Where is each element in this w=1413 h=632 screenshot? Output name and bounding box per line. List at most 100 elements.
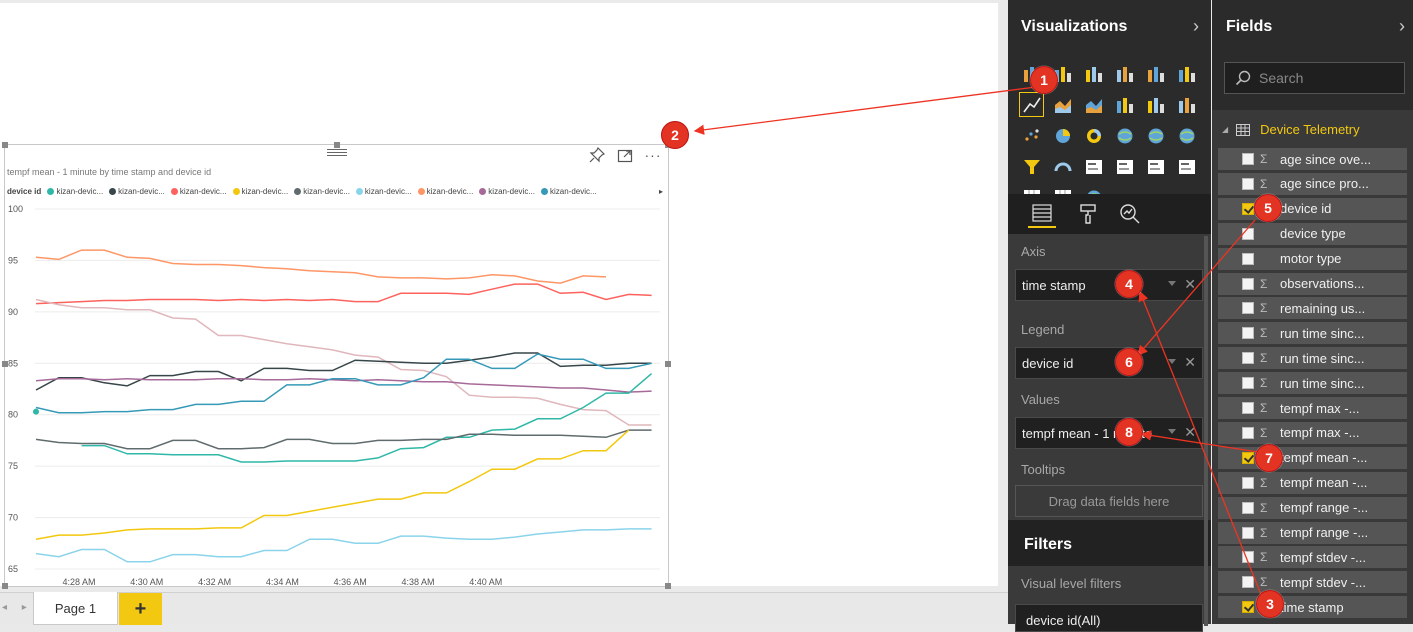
scatter-icon[interactable] xyxy=(1016,120,1047,151)
field-row[interactable]: Σremaining us... xyxy=(1218,297,1407,320)
field-checkbox[interactable] xyxy=(1242,601,1254,614)
field-row[interactable]: Σage since ove... xyxy=(1218,148,1407,170)
field-checkbox[interactable] xyxy=(1242,202,1254,215)
legend-item[interactable]: kizan-devic... xyxy=(47,187,103,196)
100-bar-icon[interactable] xyxy=(1140,58,1171,89)
axis-well[interactable]: time stamp ✕ xyxy=(1015,269,1203,301)
chevron-down-icon[interactable] xyxy=(1168,429,1176,434)
field-row[interactable]: Σtempf mean -... xyxy=(1218,446,1407,469)
stacked-area-icon[interactable] xyxy=(1078,89,1109,120)
search-input[interactable] xyxy=(1259,70,1399,86)
collapse-fields-icon[interactable]: › xyxy=(1399,16,1405,37)
tooltips-drop-zone[interactable]: Drag data fields here xyxy=(1015,485,1203,517)
field-row[interactable]: Σtempf range -... xyxy=(1218,521,1407,544)
more-options-icon[interactable]: ··· xyxy=(644,146,662,164)
field-row[interactable]: Σtempf stdev -... xyxy=(1218,546,1407,569)
field-row[interactable]: Σtempf range -... xyxy=(1218,496,1407,519)
legend-item[interactable]: kizan-devic... xyxy=(109,187,165,196)
chevron-down-icon[interactable] xyxy=(1168,359,1176,364)
100-column-icon[interactable] xyxy=(1171,58,1202,89)
field-row[interactable]: device id xyxy=(1218,197,1407,220)
field-checkbox[interactable] xyxy=(1242,302,1254,315)
fields-tab-icon[interactable] xyxy=(1028,200,1056,228)
table-node-device-telemetry[interactable]: ◢ Device Telemetry xyxy=(1222,122,1360,137)
field-checkbox[interactable] xyxy=(1242,177,1254,190)
card-icon[interactable] xyxy=(1078,151,1109,182)
field-checkbox[interactable] xyxy=(1242,252,1254,265)
add-page-button[interactable]: + xyxy=(119,593,162,625)
tab-page-1[interactable]: Page 1 xyxy=(33,592,118,625)
legend-item[interactable]: kizan-devic... xyxy=(479,187,535,196)
legend-item[interactable]: kizan-devic... xyxy=(540,187,597,196)
field-row[interactable]: time stamp xyxy=(1218,596,1407,619)
donut-icon[interactable] xyxy=(1078,120,1109,151)
map-icon[interactable] xyxy=(1140,120,1171,151)
field-row[interactable]: Σage since pro... xyxy=(1218,172,1407,195)
slicer-icon[interactable] xyxy=(1171,151,1202,182)
field-row[interactable]: Σtempf stdev -... xyxy=(1218,571,1407,594)
fields-search-box[interactable] xyxy=(1224,62,1405,94)
field-row[interactable]: Σrun time sinc... xyxy=(1218,372,1407,395)
field-row[interactable]: motor type xyxy=(1218,247,1407,270)
field-checkbox[interactable] xyxy=(1242,377,1254,390)
field-checkbox[interactable] xyxy=(1242,153,1254,165)
clustered-column-icon[interactable] xyxy=(1109,58,1140,89)
expand-triangle-icon[interactable]: ◢ xyxy=(1222,125,1228,134)
field-row[interactable]: Σtempf max -... xyxy=(1218,421,1407,444)
filled-map-icon[interactable] xyxy=(1171,120,1202,151)
field-checkbox[interactable] xyxy=(1242,551,1254,564)
legend-scroll-arrow-icon[interactable]: ▸ xyxy=(659,187,663,196)
field-row[interactable]: Σrun time sinc... xyxy=(1218,322,1407,345)
line-clustered-column-icon[interactable] xyxy=(1140,89,1171,120)
remove-field-icon[interactable]: ✕ xyxy=(1184,276,1196,293)
field-row[interactable]: Σobservations... xyxy=(1218,272,1407,295)
report-page[interactable]: ··· tempf mean - 1 minute by time stamp … xyxy=(0,3,998,589)
legend-item[interactable]: kizan-devic... xyxy=(232,187,288,196)
legend-item[interactable]: kizan-devic... xyxy=(294,187,350,196)
visualizations-scrollbar[interactable] xyxy=(1204,236,1208,626)
resize-handle-top[interactable] xyxy=(334,142,340,148)
drag-grip-icon[interactable] xyxy=(327,149,347,157)
legend-item[interactable]: kizan-devic... xyxy=(417,187,473,196)
line-chart-visual[interactable]: ··· tempf mean - 1 minute by time stamp … xyxy=(2,142,671,589)
analytics-magnifier-icon[interactable] xyxy=(1116,200,1144,228)
treemap-icon[interactable] xyxy=(1109,120,1140,151)
pie-icon[interactable] xyxy=(1047,120,1078,151)
field-row[interactable]: Σtempf max -... xyxy=(1218,397,1407,419)
field-checkbox[interactable] xyxy=(1242,576,1254,589)
funnel-icon[interactable] xyxy=(1016,151,1047,182)
format-roller-icon[interactable] xyxy=(1074,200,1102,228)
field-row[interactable]: device type xyxy=(1218,222,1407,245)
focus-mode-icon[interactable] xyxy=(616,146,634,164)
chevron-down-icon[interactable] xyxy=(1168,281,1176,286)
legend-item[interactable]: kizan-devic... xyxy=(170,187,227,196)
field-checkbox[interactable] xyxy=(1242,352,1254,365)
field-checkbox[interactable] xyxy=(1242,327,1254,340)
waterfall-icon[interactable] xyxy=(1171,89,1202,120)
area-chart-icon[interactable] xyxy=(1047,89,1078,120)
field-checkbox[interactable] xyxy=(1242,277,1254,290)
legend-well[interactable]: device id ✕ xyxy=(1015,347,1203,379)
field-checkbox[interactable] xyxy=(1242,227,1254,240)
device-id-filter-card[interactable]: device id(All) xyxy=(1015,604,1203,632)
field-checkbox[interactable] xyxy=(1242,451,1254,464)
clustered-bar-icon[interactable] xyxy=(1078,58,1109,89)
multirow-card-icon[interactable] xyxy=(1109,151,1140,182)
values-well[interactable]: tempf mean - 1 minute ✕ xyxy=(1015,417,1203,449)
kpi-icon[interactable] xyxy=(1140,151,1171,182)
field-checkbox[interactable] xyxy=(1242,402,1254,414)
page-nav-arrows-icon[interactable]: ◂ ▸ xyxy=(2,602,33,613)
remove-field-icon[interactable]: ✕ xyxy=(1184,424,1196,441)
legend-item[interactable]: kizan-devic... xyxy=(355,187,412,196)
pin-icon[interactable] xyxy=(588,146,606,164)
field-checkbox[interactable] xyxy=(1242,501,1254,514)
field-row[interactable]: Σrun time sinc... xyxy=(1218,347,1407,370)
remove-field-icon[interactable]: ✕ xyxy=(1184,354,1196,371)
collapse-visualizations-icon[interactable]: › xyxy=(1193,16,1199,37)
field-checkbox[interactable] xyxy=(1242,526,1254,539)
line-column-icon[interactable] xyxy=(1109,89,1140,120)
field-row[interactable]: Σtempf mean -... xyxy=(1218,471,1407,494)
field-checkbox[interactable] xyxy=(1242,426,1254,439)
gauge-icon[interactable] xyxy=(1047,151,1078,182)
resize-handle-tl[interactable] xyxy=(2,142,8,148)
